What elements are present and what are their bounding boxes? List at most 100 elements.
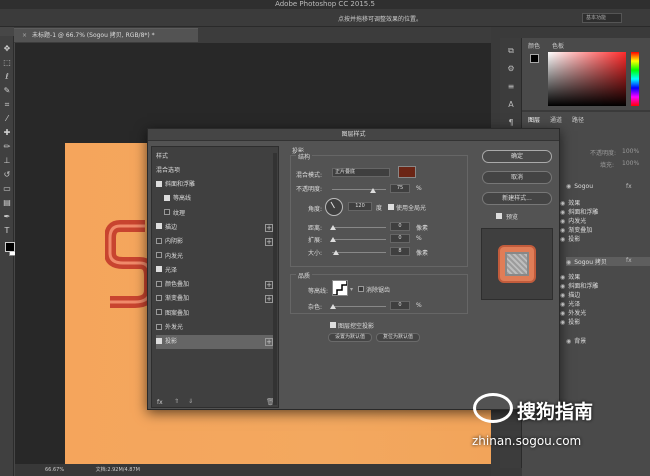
size-slider-track[interactable] xyxy=(332,252,386,253)
gradient-tool-icon[interactable]: ▤ xyxy=(2,198,12,208)
healing-brush-icon[interactable]: ✚ xyxy=(2,128,12,138)
brush-tool-icon[interactable]: ✏ xyxy=(2,142,12,152)
ok-button[interactable]: 确定 xyxy=(482,150,552,163)
knockout-checkbox[interactable] xyxy=(330,322,336,328)
visibility-eye-icon[interactable]: ◉ xyxy=(560,301,565,308)
visibility-eye-icon[interactable]: ◉ xyxy=(566,259,571,266)
layer-row[interactable]: ◉ 渐变叠加 xyxy=(560,225,592,234)
tab-color[interactable]: 颜色 xyxy=(528,41,540,50)
angle-dial[interactable] xyxy=(325,198,343,216)
distance-slider-thumb[interactable] xyxy=(330,225,336,230)
style-item-checkbox[interactable] xyxy=(156,280,162,287)
layer-row[interactable]: ◉ Sogou 拷贝 fx xyxy=(566,257,650,266)
tab-swatches[interactable]: 色板 xyxy=(552,41,564,50)
style-item-checkbox[interactable] xyxy=(164,209,170,216)
layer-row[interactable]: ◉ 效果 xyxy=(560,198,580,207)
layer-row[interactable]: ◉ 描边 xyxy=(560,290,580,299)
opacity-slider-track[interactable] xyxy=(332,189,386,190)
move-up-icon[interactable]: ⇑ xyxy=(174,398,179,405)
style-item[interactable]: 外发光 xyxy=(156,321,274,335)
visibility-eye-icon[interactable]: ◉ xyxy=(560,283,565,290)
style-item-checkbox[interactable] xyxy=(156,252,162,258)
layer-opacity-value[interactable]: 100% xyxy=(622,148,639,155)
layer-row[interactable]: ◉ 背景 xyxy=(566,336,586,345)
stamp-tool-icon[interactable]: ⊥ xyxy=(2,156,12,166)
layer-row[interactable]: ◉ 内发光 xyxy=(560,216,586,225)
style-item[interactable]: 投影 + xyxy=(156,335,274,350)
panel-foreground-swatch[interactable] xyxy=(530,54,539,63)
foreground-color-swatch[interactable] xyxy=(5,242,15,252)
style-item-checkbox[interactable] xyxy=(156,323,162,330)
fx-menu-button[interactable]: fx xyxy=(157,399,163,406)
eyedropper-tool-icon[interactable]: ⁄ xyxy=(2,114,12,124)
marquee-tool-icon[interactable]: ⬚ xyxy=(2,58,12,68)
set-default-button[interactable]: 设置为默认值 xyxy=(328,333,372,342)
style-item[interactable]: 内阴影 + xyxy=(156,235,274,249)
distance-input[interactable]: 0 xyxy=(390,222,410,231)
antialias-checkbox[interactable] xyxy=(358,286,364,292)
size-slider-thumb[interactable] xyxy=(333,250,339,255)
visibility-eye-icon[interactable]: ◉ xyxy=(560,274,565,281)
style-item[interactable]: 颜色叠加 + xyxy=(156,278,274,292)
move-tool-icon[interactable]: ✥ xyxy=(2,44,12,54)
lasso-tool-icon[interactable]: ℓ xyxy=(2,72,12,82)
angle-input[interactable]: 120 xyxy=(348,202,372,211)
layer-row[interactable]: ◉ Sogou fx xyxy=(566,183,632,190)
eraser-tool-icon[interactable]: ▭ xyxy=(2,184,12,194)
visibility-eye-icon[interactable]: ◉ xyxy=(560,218,565,225)
style-item-checkbox[interactable] xyxy=(156,309,162,316)
style-item-checkbox[interactable] xyxy=(156,294,162,301)
tab-channels[interactable]: 通道 xyxy=(550,115,562,124)
spread-input[interactable]: 0 xyxy=(390,234,410,243)
blend-options-item[interactable]: 混合选项 xyxy=(156,164,274,178)
visibility-eye-icon[interactable]: ◉ xyxy=(560,310,565,317)
visibility-eye-icon[interactable]: ◉ xyxy=(566,183,571,190)
visibility-eye-icon[interactable]: ◉ xyxy=(560,200,565,207)
global-light-checkbox[interactable] xyxy=(388,204,394,210)
new-style-button[interactable]: 新建样式... xyxy=(482,192,552,205)
hue-slider[interactable] xyxy=(631,52,639,106)
style-item[interactable]: 描边 + xyxy=(156,221,274,235)
contour-dropdown-icon[interactable]: ▾ xyxy=(350,286,353,293)
move-down-icon[interactable]: ⇓ xyxy=(188,398,193,405)
text-tool-icon[interactable]: T xyxy=(2,226,12,236)
layer-row[interactable]: ◉ 光泽 xyxy=(560,299,580,308)
visibility-eye-icon[interactable]: ◉ xyxy=(560,236,565,243)
layer-fx-badge[interactable]: fx xyxy=(626,183,632,190)
tab-layers[interactable]: 图层 xyxy=(528,115,540,124)
close-tab-icon[interactable]: × xyxy=(22,32,27,39)
layer-row[interactable]: ◉ 斜面和浮雕 xyxy=(560,207,598,216)
add-style-icon[interactable]: + xyxy=(265,295,273,304)
spread-slider-thumb[interactable] xyxy=(330,237,336,242)
pen-tool-icon[interactable]: ✒ xyxy=(2,212,12,222)
size-input[interactable]: 8 xyxy=(390,247,410,256)
cancel-button[interactable]: 取消 xyxy=(482,171,552,184)
reset-default-button[interactable]: 复位为默认值 xyxy=(376,333,420,342)
style-item[interactable]: 光泽 xyxy=(156,264,274,278)
visibility-eye-icon[interactable]: ◉ xyxy=(566,338,571,345)
distance-slider-track[interactable] xyxy=(332,227,386,228)
noise-input[interactable]: 0 xyxy=(390,301,410,310)
style-item-checkbox[interactable] xyxy=(156,237,162,244)
opacity-input[interactable]: 75 xyxy=(390,184,410,193)
style-item[interactable]: 渐变叠加 + xyxy=(156,292,274,306)
style-item-checkbox[interactable] xyxy=(164,194,170,201)
style-item[interactable]: 斜面和浮雕 xyxy=(156,178,274,192)
blend-mode-select[interactable]: 正片叠底 xyxy=(332,168,390,177)
document-tab[interactable]: × 未标题-1 @ 66.7% (Sogou 拷贝, RGB/8*) * xyxy=(14,28,198,42)
zoom-readout[interactable]: 66.67% xyxy=(45,467,64,473)
style-item-checkbox[interactable] xyxy=(156,266,162,273)
spread-slider-track[interactable] xyxy=(332,239,386,240)
style-item[interactable]: 内发光 xyxy=(156,250,274,264)
tab-paths[interactable]: 路径 xyxy=(572,115,584,124)
add-style-icon[interactable]: + xyxy=(265,223,273,232)
history-brush-icon[interactable]: ↺ xyxy=(2,170,12,180)
color-spectrum[interactable] xyxy=(548,52,626,106)
noise-slider-track[interactable] xyxy=(332,306,386,307)
history-panel-icon[interactable]: ⧉ xyxy=(504,44,518,58)
character-panel-icon[interactable]: A xyxy=(504,98,518,112)
crop-tool-icon[interactable]: ⌗ xyxy=(2,100,12,110)
workspace-select[interactable]: 基本功能 xyxy=(582,13,622,23)
style-item-checkbox[interactable] xyxy=(156,337,162,344)
style-item-checkbox[interactable] xyxy=(156,180,162,187)
